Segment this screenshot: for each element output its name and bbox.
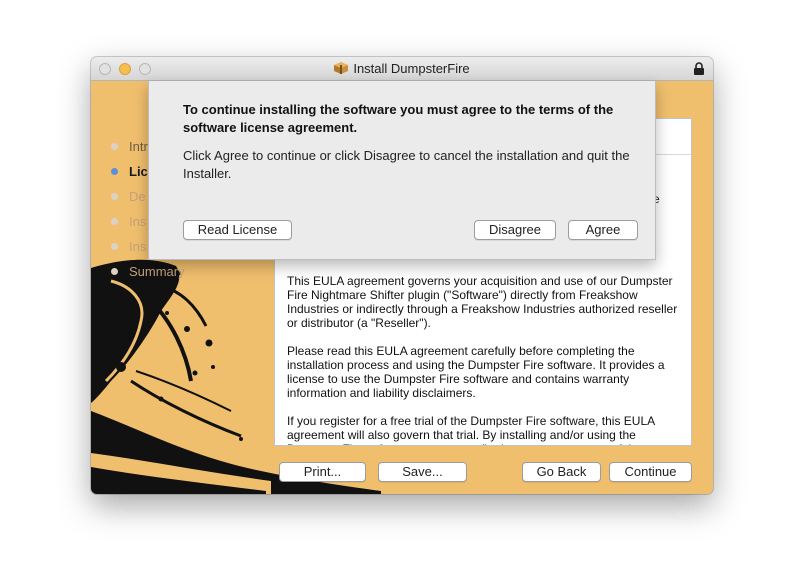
license-body: This EULA agreement governs your acquisi…: [287, 274, 683, 445]
save-button[interactable]: Save...: [378, 462, 467, 482]
step-indicator: [111, 193, 118, 200]
step-indicator: [111, 143, 118, 150]
step-indicator: [111, 268, 118, 275]
step-indicator: [111, 243, 118, 250]
step-label: Summary: [129, 264, 185, 279]
license-paragraph: If you register for a free trial of the …: [287, 414, 655, 445]
sheet-heading: To continue installing the software you …: [183, 102, 614, 135]
step-label: Lic: [129, 164, 148, 179]
agree-button[interactable]: Agree: [568, 220, 638, 240]
print-button[interactable]: Print...: [279, 462, 366, 482]
window-title: Install DumpsterFire: [353, 61, 470, 76]
step-indicator: [111, 168, 118, 175]
go-back-button[interactable]: Go Back: [522, 462, 601, 482]
license-paragraph: Please read this EULA agreement carefull…: [287, 344, 665, 400]
step-label: De: [129, 189, 146, 204]
lock-icon: [694, 62, 704, 75]
step-label: Intr: [129, 139, 148, 154]
continue-button[interactable]: Continue: [609, 462, 692, 482]
step-label: Ins: [129, 214, 147, 229]
step-label: Ins: [129, 239, 147, 254]
agree-license-sheet: To continue installing the software you …: [148, 81, 656, 260]
license-paragraph: This EULA agreement governs your acquisi…: [287, 274, 678, 330]
package-icon: [334, 62, 349, 74]
read-license-button[interactable]: Read License: [183, 220, 292, 240]
window-title-wrap: Install DumpsterFire: [91, 61, 713, 76]
step-indicator: [111, 218, 118, 225]
disagree-button[interactable]: Disagree: [474, 220, 556, 240]
title-bar[interactable]: Install DumpsterFire: [91, 57, 713, 81]
sheet-message: Click Agree to continue or click Disagre…: [183, 148, 630, 181]
